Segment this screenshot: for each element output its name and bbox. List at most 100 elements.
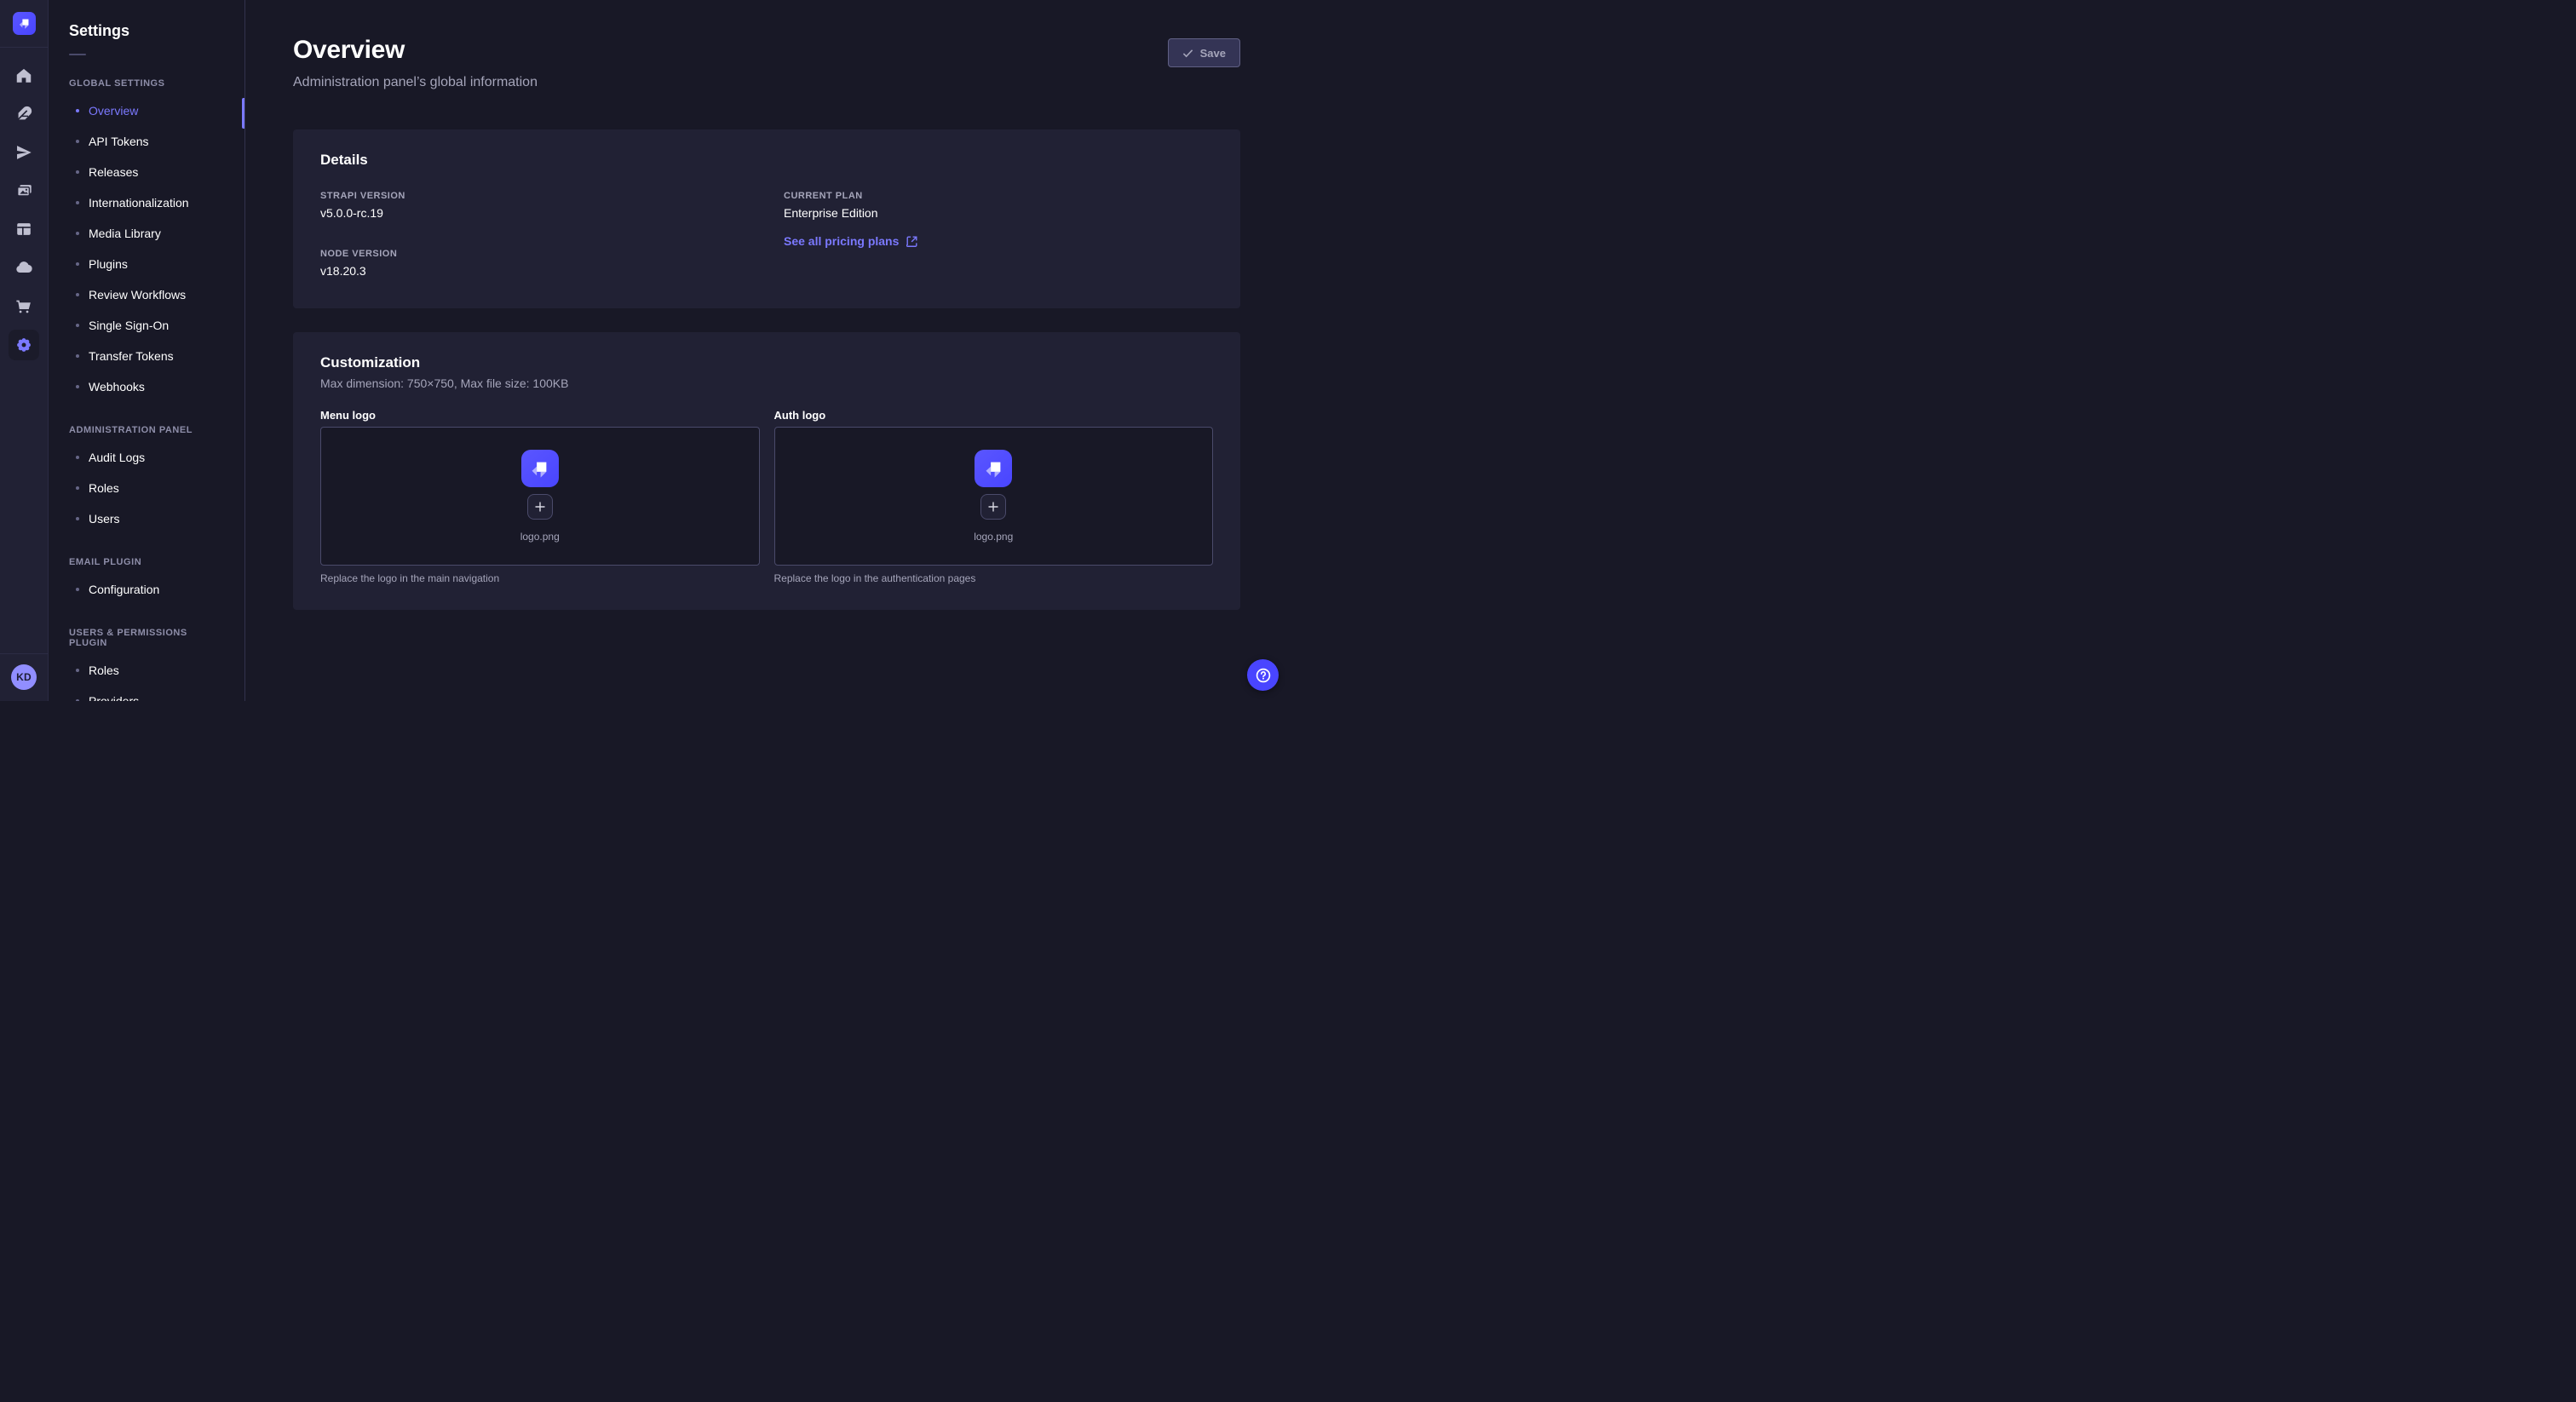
content-manager-icon[interactable]: [5, 210, 43, 248]
strapi-admin-app: KD Settings GLOBAL SETTINGS Overview API…: [0, 0, 1288, 701]
bullet-icon: [76, 354, 79, 358]
sidebar-item-admin-users[interactable]: Users: [49, 503, 244, 534]
sidebar-item-media-library[interactable]: Media Library: [49, 218, 244, 249]
active-item-indicator: [242, 98, 244, 129]
bullet-icon: [76, 588, 79, 591]
home-icon[interactable]: [5, 56, 43, 95]
strapi-version-value: v5.0.0-rc.19: [320, 206, 750, 220]
menu-logo-field: Menu logo logo.png Replace the logo in t…: [320, 409, 760, 584]
customization-constraints: Max dimension: 750×750, Max file size: 1…: [320, 376, 1213, 390]
add-auth-logo-button[interactable]: [980, 494, 1006, 520]
menu-logo-label: Menu logo: [320, 409, 760, 422]
help-button[interactable]: [1247, 659, 1279, 691]
bullet-icon: [76, 669, 79, 672]
sidebar-item-transfer-tokens[interactable]: Transfer Tokens: [49, 341, 244, 371]
page-subtitle: Administration panel’s global informatio…: [293, 75, 538, 90]
sidebar-item-internationalization[interactable]: Internationalization: [49, 187, 244, 218]
bullet-icon: [76, 517, 79, 520]
strapi-logo-icon[interactable]: [13, 12, 36, 35]
menu-logo-hint: Replace the logo in the main navigation: [320, 572, 760, 584]
email-plugin-list: Configuration: [49, 574, 244, 605]
sidebar-item-up-roles[interactable]: Roles: [49, 655, 244, 686]
bullet-icon: [76, 324, 79, 327]
main-content: Overview Administration panel’s global i…: [245, 0, 1288, 701]
workspace-logo-wrap: [0, 0, 48, 48]
current-plan-label: CURRENT PLAN: [784, 191, 1213, 201]
user-avatar[interactable]: KD: [11, 664, 37, 690]
subnav-title: Settings: [49, 22, 244, 40]
media-library-icon[interactable]: [5, 171, 43, 210]
customization-card: Customization Max dimension: 750×750, Ma…: [293, 332, 1240, 610]
sidebar-item-up-providers[interactable]: Providers: [49, 686, 244, 701]
node-version-field: NODE VERSION v18.20.3: [320, 249, 750, 278]
save-button[interactable]: Save: [1168, 38, 1240, 67]
global-settings-list: Overview API Tokens Releases Internation…: [49, 95, 244, 402]
page-header: Overview Administration panel’s global i…: [245, 0, 1288, 90]
sidebar-item-review-workflows[interactable]: Review Workflows: [49, 279, 244, 310]
section-email-plugin: EMAIL PLUGIN: [49, 557, 244, 567]
sidebar-item-plugins[interactable]: Plugins: [49, 249, 244, 279]
sidebar-item-api-tokens[interactable]: API Tokens: [49, 126, 244, 157]
question-circle-icon: [1255, 667, 1272, 684]
bullet-icon: [76, 699, 79, 701]
bullet-icon: [76, 486, 79, 490]
settings-subnav: Settings GLOBAL SETTINGS Overview API To…: [49, 0, 245, 701]
auth-logo-file-name: logo.png: [974, 531, 1013, 543]
bullet-icon: [76, 109, 79, 112]
section-global-settings: GLOBAL SETTINGS: [49, 78, 244, 89]
details-right-column: CURRENT PLAN Enterprise Edition See all …: [784, 191, 1213, 278]
current-plan-value: Enterprise Edition: [784, 206, 1213, 220]
sidebar-item-overview[interactable]: Overview: [49, 95, 244, 126]
main-nav-rail: KD: [0, 0, 49, 701]
strapi-logo-preview: [975, 450, 1012, 487]
cloud-icon[interactable]: [5, 248, 43, 286]
title-divider: [69, 54, 86, 55]
add-menu-logo-button[interactable]: [527, 494, 553, 520]
bullet-icon: [76, 201, 79, 204]
sidebar-item-email-configuration[interactable]: Configuration: [49, 574, 244, 605]
node-version-label: NODE VERSION: [320, 249, 750, 259]
auth-logo-field: Auth logo logo.png Replace the logo in t…: [774, 409, 1214, 584]
plus-icon: [534, 501, 546, 513]
plus-icon: [987, 501, 999, 513]
paper-plane-icon[interactable]: [5, 133, 43, 171]
bullet-icon: [76, 170, 79, 174]
node-version-value: v18.20.3: [320, 264, 750, 278]
auth-logo-upload-zone[interactable]: logo.png: [774, 427, 1214, 566]
section-users-permissions-plugin: USERS & PERMISSIONS PLUGIN: [49, 628, 244, 648]
sidebar-item-single-sign-on[interactable]: Single Sign-On: [49, 310, 244, 341]
administration-panel-list: Audit Logs Roles Users: [49, 442, 244, 534]
rail-icon-nav: [5, 48, 43, 360]
feather-icon[interactable]: [5, 95, 43, 133]
users-permissions-list: Roles Providers: [49, 655, 244, 701]
bullet-icon: [76, 262, 79, 266]
rail-bottom: KD: [0, 653, 48, 701]
strapi-version-field: STRAPI VERSION v5.0.0-rc.19: [320, 191, 750, 220]
bullet-icon: [76, 232, 79, 235]
check-icon: [1182, 48, 1193, 59]
bullet-icon: [76, 456, 79, 459]
strapi-version-label: STRAPI VERSION: [320, 191, 750, 201]
bullet-icon: [76, 293, 79, 296]
menu-logo-upload-zone[interactable]: logo.png: [320, 427, 760, 566]
sidebar-item-releases[interactable]: Releases: [49, 157, 244, 187]
details-left-column: STRAPI VERSION v5.0.0-rc.19 NODE VERSION…: [320, 191, 750, 278]
auth-logo-hint: Replace the logo in the authentication p…: [774, 572, 1214, 584]
section-administration-panel: ADMINISTRATION PANEL: [49, 425, 244, 435]
external-link-icon: [906, 236, 917, 247]
settings-gear-icon[interactable]: [9, 330, 39, 360]
menu-logo-file-name: logo.png: [520, 531, 560, 543]
page-title: Overview: [293, 36, 538, 65]
pricing-plans-link[interactable]: See all pricing plans: [784, 234, 917, 248]
details-card-title: Details: [320, 152, 1213, 169]
sidebar-item-admin-roles[interactable]: Roles: [49, 473, 244, 503]
auth-logo-label: Auth logo: [774, 409, 1214, 422]
bullet-icon: [76, 385, 79, 388]
customization-card-title: Customization: [320, 354, 1213, 371]
current-plan-field: CURRENT PLAN Enterprise Edition: [784, 191, 1213, 220]
sidebar-item-audit-logs[interactable]: Audit Logs: [49, 442, 244, 473]
bullet-icon: [76, 140, 79, 143]
details-card: Details STRAPI VERSION v5.0.0-rc.19 NODE…: [293, 129, 1240, 308]
sidebar-item-webhooks[interactable]: Webhooks: [49, 371, 244, 402]
marketplace-cart-icon[interactable]: [5, 286, 43, 325]
